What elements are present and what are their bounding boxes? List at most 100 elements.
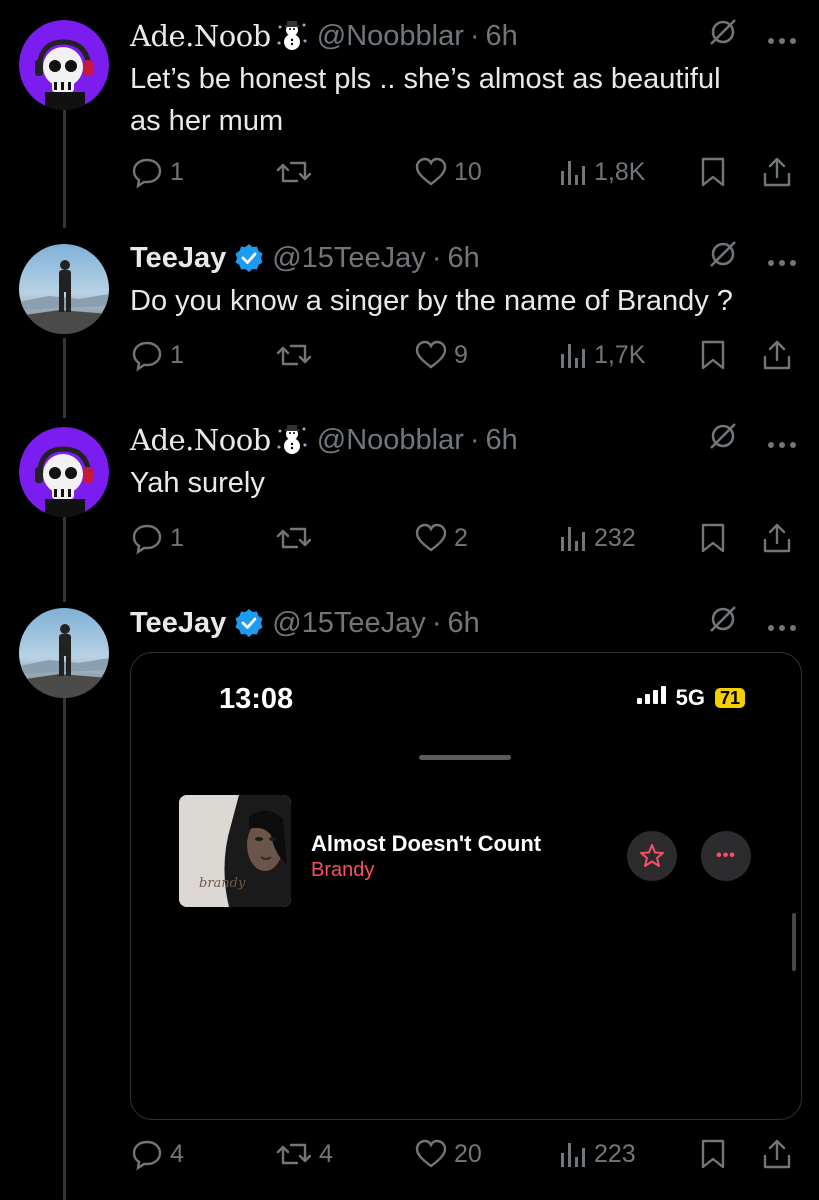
song-artist[interactable]: Brandy [311, 859, 374, 882]
reply-count: 1 [170, 157, 184, 186]
action-bar: 1 2 232 [130, 518, 797, 558]
like-button[interactable]: 10 [414, 155, 482, 189]
separator: · [469, 19, 480, 52]
bookmark-button[interactable] [698, 156, 728, 188]
handle[interactable]: @Noobblar [317, 424, 464, 457]
battery-indicator: 71 [714, 688, 745, 708]
tweet-header: Ade.Noob @Noobblar · 6h [130, 18, 797, 54]
timestamp[interactable]: 6h [447, 242, 479, 275]
more-icon[interactable] [767, 424, 797, 457]
like-button[interactable]: 2 [414, 521, 468, 555]
retweet-button[interactable]: 4 [275, 1137, 333, 1171]
status-indicators: 5G 71 [636, 685, 745, 711]
media-image[interactable]: 13:08 5G 71 brandy Almost Doesn't Count … [130, 652, 802, 1120]
like-button[interactable]: 9 [414, 338, 468, 372]
more-icon[interactable] [767, 607, 797, 640]
views-icon [561, 161, 585, 185]
reply-icon [132, 158, 162, 189]
separator: · [431, 606, 442, 639]
reply-icon [132, 524, 162, 555]
reply-button[interactable]: 4 [130, 1137, 184, 1171]
separator: · [469, 423, 480, 456]
action-bar: 1 9 1,7K [130, 335, 797, 375]
action-bar: 1 10 1,8K [130, 152, 797, 192]
grok-icon[interactable] [707, 603, 739, 643]
handle[interactable]: @15TeeJay [272, 242, 426, 275]
like-count: 9 [454, 340, 468, 369]
views-count: 1,8K [594, 157, 646, 186]
tweet-text: Let’s be honest pls .. she’s almost as b… [130, 58, 797, 142]
more-icon[interactable] [767, 242, 797, 275]
share-button[interactable] [760, 338, 794, 372]
timestamp[interactable]: 6h [486, 424, 518, 457]
star-icon [640, 844, 664, 867]
timestamp[interactable]: 6h [486, 20, 518, 53]
song-title[interactable]: Almost Doesn't Count [311, 831, 541, 857]
sheet-grabber[interactable] [419, 755, 511, 760]
like-button[interactable]: 20 [414, 1137, 482, 1171]
tweet-header: TeeJay @15TeeJay · 6h [130, 240, 797, 276]
views-icon [561, 527, 585, 551]
display-name[interactable]: TeeJay [130, 607, 226, 640]
retweet-count: 4 [319, 1139, 333, 1168]
display-name[interactable]: Ade.Noob [130, 19, 271, 53]
views-button[interactable]: 1,7K [558, 340, 645, 370]
tweet-header: TeeJay @15TeeJay · 6h [130, 605, 797, 641]
album-script-text: brandy [199, 876, 246, 891]
avatar[interactable] [19, 20, 109, 110]
snowman-emoji [275, 423, 309, 457]
avatar[interactable] [19, 427, 109, 517]
like-count: 10 [454, 157, 482, 186]
separator: · [431, 241, 442, 274]
views-count: 223 [594, 1139, 636, 1168]
favorite-button[interactable] [627, 831, 677, 881]
views-button[interactable]: 1,8K [558, 157, 645, 187]
reply-button[interactable]: 1 [130, 155, 184, 189]
avatar[interactable] [19, 608, 109, 698]
thread-line [63, 696, 66, 1200]
reply-icon [132, 1140, 162, 1171]
verified-icon [234, 243, 264, 273]
song-more-button[interactable]: ••• [701, 831, 751, 881]
views-button[interactable]: 232 [558, 523, 636, 553]
action-bar: 4 4 20 223 [130, 1134, 797, 1174]
share-icon [763, 523, 791, 553]
reply-count: 1 [170, 340, 184, 369]
scrollbar[interactable] [792, 913, 796, 971]
reply-button[interactable]: 1 [130, 338, 184, 372]
share-button[interactable] [760, 1137, 794, 1171]
grok-icon[interactable] [707, 238, 739, 278]
grok-icon[interactable] [707, 16, 739, 56]
display-name[interactable]: Ade.Noob [130, 423, 271, 457]
tweet-text-line: Yah surely [130, 467, 265, 499]
views-count: 1,7K [594, 340, 646, 369]
retweet-icon [276, 344, 312, 366]
bookmark-button[interactable] [698, 1138, 728, 1170]
handle[interactable]: @Noobblar [317, 20, 464, 53]
share-button[interactable] [760, 521, 794, 555]
share-icon [763, 340, 791, 370]
retweet-button[interactable] [275, 338, 319, 372]
handle[interactable]: @15TeeJay [272, 607, 426, 640]
reply-button[interactable]: 1 [130, 521, 184, 555]
album-art[interactable]: brandy [179, 795, 291, 907]
more-icon[interactable] [767, 20, 797, 53]
bookmark-button[interactable] [698, 522, 728, 554]
share-button[interactable] [760, 155, 794, 189]
tweet[interactable]: Ade.Noob @Noobblar · 6h Let’s be honest … [0, 0, 819, 210]
like-icon [415, 340, 447, 369]
timestamp[interactable]: 6h [447, 607, 479, 640]
display-name[interactable]: TeeJay [130, 242, 226, 275]
retweet-button[interactable] [275, 521, 319, 555]
snowman-emoji [275, 19, 309, 53]
bookmark-button[interactable] [698, 339, 728, 371]
like-icon [415, 157, 447, 186]
retweet-icon [276, 1143, 312, 1165]
views-button[interactable]: 223 [558, 1139, 636, 1169]
bookmark-icon [701, 1139, 725, 1169]
like-icon [415, 523, 447, 552]
tweet-text: Yah surely [130, 462, 797, 504]
retweet-button[interactable] [275, 155, 319, 189]
avatar[interactable] [19, 244, 109, 334]
grok-icon[interactable] [707, 420, 739, 460]
